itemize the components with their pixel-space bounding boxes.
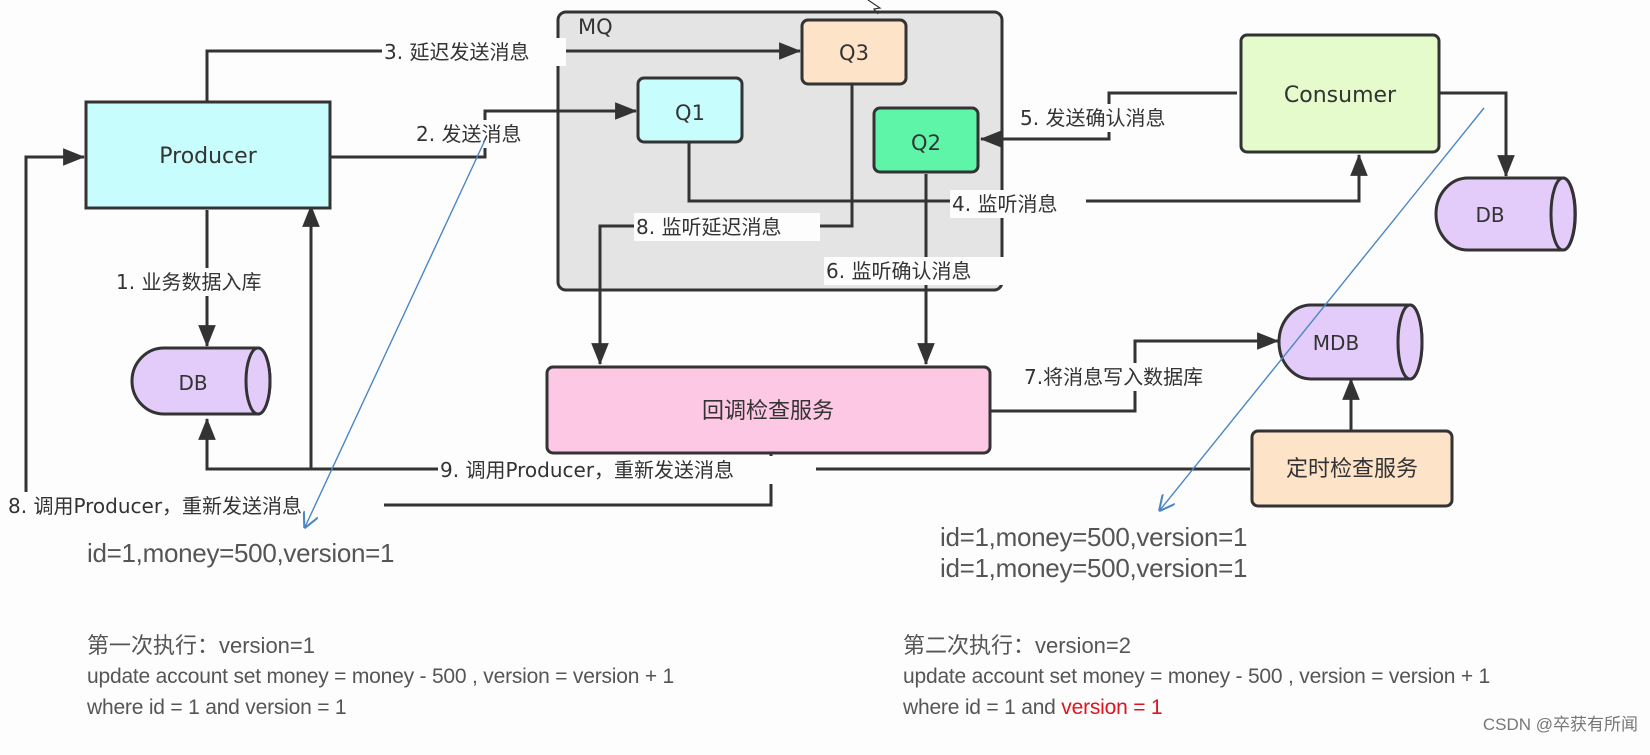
second-exec-sql-line2-prefix: where id = 1 and — [903, 696, 1062, 719]
first-exec-block: 第一次执行：version=1 update account set money… — [87, 631, 674, 723]
db-right-label: DB — [1475, 203, 1504, 227]
timer-service-label: 定时检查服务 — [1286, 457, 1418, 482]
edge-7-label: 7.将消息写入数据库 — [1024, 365, 1203, 389]
right-record-1: id=1,money=500,version=1 — [940, 522, 1248, 552]
edge-8b-label: 8. 调用Producer，重新发送消息 — [8, 494, 302, 518]
second-exec-title: 第二次执行：version=2 — [903, 633, 1132, 658]
edge-8a-label: 8. 监听延迟消息 — [636, 215, 781, 239]
mdb-label: MDB — [1313, 331, 1359, 355]
producer-label: Producer — [159, 144, 257, 169]
q2-label: Q2 — [911, 131, 941, 155]
q3-node: Q3 — [800, 18, 908, 86]
second-exec-sql-line2: where id = 1 and version = 1 — [903, 692, 1490, 723]
left-record: id=1,money=500,version=1 — [87, 538, 395, 568]
db-left-node: DB — [130, 346, 272, 416]
q3-label: Q3 — [839, 41, 869, 65]
first-exec-sql-line2: where id = 1 and version = 1 — [87, 696, 347, 719]
right-record-2: id=1,money=500,version=1 — [940, 553, 1248, 583]
second-exec-block: 第二次执行：version=2 update account set money… — [903, 631, 1490, 723]
callback-service-node: 回调检查服务 — [545, 365, 992, 455]
edge-5-label: 5. 发送确认消息 — [1020, 106, 1165, 130]
edge-2-label: 2. 发送消息 — [416, 122, 521, 146]
mq-label: MQ — [578, 15, 613, 39]
q1-label: Q1 — [675, 101, 705, 125]
right-records: id=1,money=500,version=1 id=1,money=500,… — [940, 522, 1247, 584]
edge-6-label: 6. 监听确认消息 — [826, 259, 971, 283]
edge-consumer-db-line — [1438, 91, 1515, 178]
q2-node: Q2 — [872, 106, 980, 174]
edge-1-label: 1. 业务数据入库 — [116, 270, 261, 294]
first-exec-sql-line1: update account set money = money - 500 ,… — [87, 665, 675, 688]
producer-node: Producer — [84, 100, 332, 210]
first-exec-title: 第一次执行：version=1 — [87, 633, 316, 658]
edge-9-label: 9. 调用Producer，重新发送消息 — [440, 458, 734, 482]
consumer-label: Consumer — [1284, 83, 1397, 108]
edge-4-label: 4. 监听消息 — [952, 192, 1057, 216]
q1-node: Q1 — [636, 76, 744, 144]
db-right-node: DB — [1434, 176, 1577, 252]
db-left-label: DB — [178, 371, 207, 395]
second-exec-sql-line2-highlight: version = 1 — [1061, 696, 1163, 719]
timer-service-node: 定时检查服务 — [1250, 429, 1454, 508]
watermark: CSDN @卒获有所闻 — [1482, 715, 1638, 734]
mdb-node: MDB — [1277, 303, 1424, 381]
callback-service-label: 回调检查服务 — [702, 399, 834, 424]
edge-3-label: 3. 延迟发送消息 — [384, 40, 529, 64]
consumer-node: Consumer — [1239, 33, 1441, 154]
second-exec-sql-line1: update account set money = money - 500 ,… — [903, 665, 1491, 688]
